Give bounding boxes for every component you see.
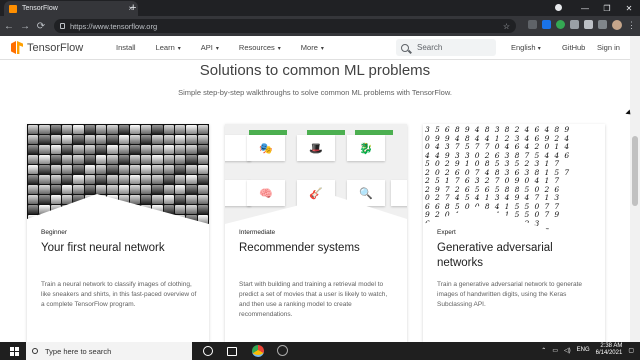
back-button[interactable]: ← xyxy=(2,21,16,32)
taskbar-search-placeholder: Type here to search xyxy=(45,346,112,356)
chevron-down-icon: ▾ xyxy=(215,46,219,52)
profile-avatar[interactable] xyxy=(612,20,622,30)
volume-icon[interactable]: ◁) xyxy=(564,347,571,354)
account-circle-icon[interactable] xyxy=(555,4,562,11)
maximize-button[interactable]: ❐ xyxy=(596,0,618,16)
tensorflow-logo[interactable]: TensorFlow xyxy=(11,41,83,54)
search-placeholder: Search xyxy=(417,43,443,52)
card-description: Start with building and training a retri… xyxy=(239,281,388,318)
browser-toolbar: ← → ⟳ https://www.tensorflow.org ☆ ⋮ xyxy=(0,16,640,36)
address-bar[interactable]: https://www.tensorflow.org ☆ xyxy=(54,19,516,33)
search-icon xyxy=(401,43,409,52)
card-title[interactable]: Generative adversarial networks xyxy=(437,241,597,271)
language-selector[interactable]: English ▾ xyxy=(511,43,541,52)
scrollbar-thumb[interactable] xyxy=(632,136,638,206)
extension-icon[interactable] xyxy=(528,20,537,29)
window-controls: — ❐ ✕ xyxy=(574,0,640,16)
clock[interactable]: 2:38 AM 6/14/2021 xyxy=(596,343,623,357)
language-indicator[interactable]: ENG xyxy=(577,347,590,353)
menu-icon[interactable]: ⋮ xyxy=(627,20,636,31)
chevron-down-icon: ▾ xyxy=(537,46,541,52)
chevron-down-icon: ▾ xyxy=(177,46,181,52)
clock-date: 6/14/2021 xyxy=(595,350,623,356)
nav-install[interactable]: Install xyxy=(116,43,136,52)
card-intermediate[interactable]: 🎭 🎩 🐉 🧠 🎸 🔍 Intermediate Recommender sys… xyxy=(225,124,407,342)
nav-resources[interactable]: Resources ▾ xyxy=(239,43,281,52)
nav-api[interactable]: API ▾ xyxy=(201,43,219,52)
app-icon[interactable] xyxy=(277,345,288,356)
chevron-up-icon[interactable]: ⌃ xyxy=(541,347,546,354)
card-title[interactable]: Your first neural network xyxy=(41,241,201,256)
close-window-button[interactable]: ✕ xyxy=(618,0,640,16)
reload-button[interactable]: ⟳ xyxy=(34,21,48,32)
nav-learn[interactable]: Learn ▾ xyxy=(156,43,181,52)
extension-icon[interactable] xyxy=(598,20,607,29)
windows-start-icon[interactable] xyxy=(5,342,23,360)
card-description: Train a neural network to classify image… xyxy=(41,281,197,308)
cortana-icon[interactable] xyxy=(203,346,213,356)
card-title[interactable]: Recommender systems xyxy=(239,241,399,256)
github-link[interactable]: GitHub xyxy=(562,43,585,52)
card-beginner[interactable]: Beginner Your first neural network Train… xyxy=(27,124,209,342)
main-nav: Install Learn ▾ API ▾ Resources ▾ More ▾ xyxy=(116,43,344,52)
minimize-button[interactable]: — xyxy=(574,0,596,16)
url-text[interactable]: https://www.tensorflow.org xyxy=(70,22,503,31)
search-icon xyxy=(32,348,38,354)
tab-title: TensorFlow xyxy=(22,5,58,12)
windows-taskbar: Type here to search ⌃ ▭ ◁) ENG 2:38 AM 6… xyxy=(0,342,640,360)
logo-text: TensorFlow xyxy=(27,41,84,54)
network-icon[interactable]: ▭ xyxy=(552,347,558,354)
search-input[interactable]: Search xyxy=(396,39,496,56)
chevron-down-icon: ▾ xyxy=(277,46,281,52)
extension-icon[interactable] xyxy=(570,20,579,29)
site-header: TensorFlow Install Learn ▾ API ▾ Resources… xyxy=(0,36,630,60)
page-title: Solutions to common ML problems xyxy=(199,62,431,79)
card-level: Intermediate xyxy=(239,229,276,236)
forward-button[interactable]: → xyxy=(18,21,32,32)
chrome-icon[interactable] xyxy=(252,345,264,357)
chevron-down-icon: ▾ xyxy=(320,46,324,52)
tensorflow-favicon-icon xyxy=(9,4,17,13)
bookmark-star-icon[interactable]: ☆ xyxy=(503,22,510,31)
extension-icon[interactable] xyxy=(556,20,565,29)
clock-time: 2:38 AM xyxy=(600,343,623,349)
page-scrollbar[interactable] xyxy=(630,36,640,342)
card-expert[interactable]: 3 5 6 8 9 4 8 3 8 2 4 6 4 8 9 0 9 9 4 8 … xyxy=(423,124,605,342)
extension-icons: ⋮ xyxy=(528,20,636,31)
lock-icon[interactable] xyxy=(60,23,65,29)
card-description: Train a generative adversarial network t… xyxy=(437,281,583,308)
card-level: Expert xyxy=(437,229,456,236)
browser-tab[interactable]: TensorFlow × xyxy=(4,1,138,16)
page-subtitle: Simple step-by-step walkthroughs to solv… xyxy=(178,88,452,97)
puzzle-icon[interactable] xyxy=(584,20,593,29)
card-level: Beginner xyxy=(41,229,68,236)
nav-more[interactable]: More ▾ xyxy=(301,43,324,52)
new-tab-button[interactable]: + xyxy=(130,1,136,15)
browser-tabstrip: TensorFlow × + — ❐ ✕ xyxy=(0,0,640,16)
tensorflow-logo-icon xyxy=(11,41,23,54)
taskbar-search-input[interactable]: Type here to search xyxy=(26,342,192,360)
sign-in-link[interactable]: Sign in xyxy=(597,43,620,52)
extension-icon[interactable] xyxy=(542,20,551,29)
system-tray: ⌃ ▭ ◁) ENG 2:38 AM 6/14/2021 ▢ xyxy=(541,343,634,357)
task-view-icon[interactable] xyxy=(227,347,237,356)
notification-icon[interactable]: ▢ xyxy=(628,347,634,354)
